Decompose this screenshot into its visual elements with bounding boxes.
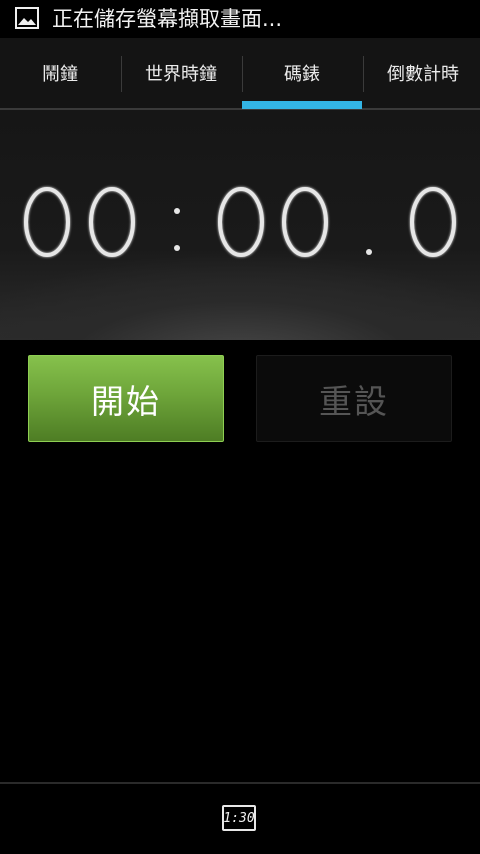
minutes-ones-digit — [89, 187, 135, 257]
tab-alarm[interactable]: 鬧鐘 — [0, 38, 120, 108]
tab-world-clock[interactable]: 世界時鐘 — [121, 38, 241, 108]
tab-stopwatch[interactable]: 碼錶 — [242, 38, 362, 108]
status-bar: 正在儲存螢幕擷取畫面... — [0, 0, 480, 38]
clock-icon-text: 1:30 — [223, 810, 255, 826]
tab-bar: 鬧鐘 世界時鐘 碼錶 倒數計時 — [0, 38, 480, 110]
decimal-point — [366, 249, 372, 255]
clock-icon[interactable]: 1:30 — [222, 805, 256, 831]
reset-button[interactable]: 重設 — [256, 355, 452, 442]
stopwatch-digits — [24, 187, 456, 257]
colon-dot-bottom — [174, 245, 180, 251]
stopwatch-display — [0, 110, 480, 340]
colon-dot-top — [174, 208, 180, 214]
tab-countdown[interactable]: 倒數計時 — [363, 38, 480, 108]
seconds-ones-digit — [282, 187, 328, 257]
image-icon — [15, 7, 39, 29]
start-button[interactable]: 開始 — [28, 355, 224, 442]
tenths-digit — [410, 187, 456, 257]
minutes-tens-digit — [24, 187, 70, 257]
seconds-tens-digit — [218, 187, 264, 257]
bottom-bar: 1:30 — [0, 782, 480, 854]
status-notification-text: 正在儲存螢幕擷取畫面... — [52, 7, 283, 31]
selected-tab-indicator — [242, 101, 362, 109]
